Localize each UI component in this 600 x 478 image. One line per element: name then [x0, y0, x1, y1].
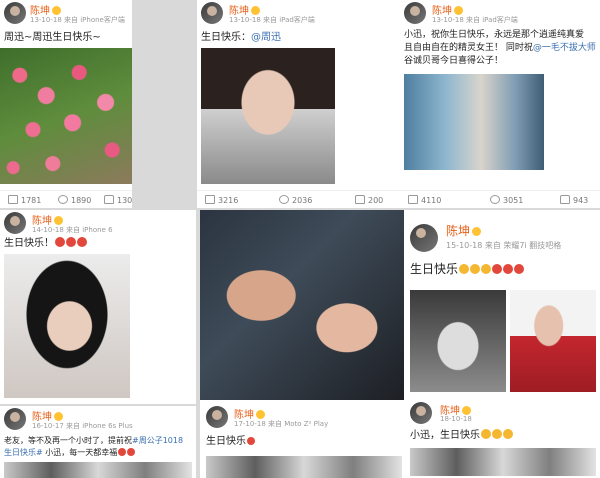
share-icon: [408, 195, 418, 204]
verified-icon: [462, 406, 471, 415]
post-card: 陈坤 14-10-18 来自 iPhone 6 生日快乐！: [0, 210, 196, 404]
post-meta: 17-10-18 来自 Moto Z² Play: [234, 420, 329, 428]
heart-icon: [247, 437, 255, 445]
post-actions: 1781 1890 130: [0, 190, 132, 208]
emoji-icon: [55, 237, 65, 247]
post-image[interactable]: [410, 290, 506, 392]
post-meta: 14-10-18 来自 iPhone 6: [32, 226, 113, 234]
post-meta: 18-10-18: [440, 415, 472, 423]
verified-icon: [251, 6, 260, 15]
like-button[interactable]: 200: [355, 195, 383, 205]
avatar[interactable]: [404, 2, 426, 24]
post-card: 陈坤 17-10-18 来自 Moto Z² Play 生日快乐: [200, 210, 404, 478]
comment-icon: [58, 195, 68, 204]
post-actions: 3216 2036 200: [197, 190, 401, 208]
emoji-icon: [514, 264, 525, 274]
avatar[interactable]: [4, 212, 26, 234]
emoji-icon: [77, 237, 87, 247]
comment-icon: [490, 195, 500, 204]
share-icon: [205, 195, 215, 204]
post-image[interactable]: [510, 290, 596, 392]
hashtag-link[interactable]: #周公子1018: [132, 436, 183, 445]
thumbs-up-icon: [355, 195, 365, 204]
post-text: 周迅~周迅生日快乐~: [4, 32, 101, 43]
emoji-icon: [492, 429, 502, 439]
post-meta: 13-10-18 来自 iPad客户端: [432, 16, 518, 24]
share-icon: [8, 195, 18, 204]
post-image-row[interactable]: [410, 448, 596, 476]
emoji-icon: [118, 448, 127, 456]
emoji-icon: [127, 448, 136, 456]
avatar[interactable]: [206, 406, 228, 428]
post-card: 陈坤 16-10-17 来自 iPhone 6s Plus 老友，等不及再一个小…: [0, 406, 196, 478]
post-meta: 13-10-18 来自 iPhone客户端: [30, 16, 125, 24]
post-meta: 13-10-18 来自 iPad客户端: [229, 16, 315, 24]
thumbs-up-icon: [560, 195, 570, 204]
verified-icon: [54, 412, 63, 421]
mention-link[interactable]: @周迅: [251, 32, 281, 43]
post-image[interactable]: [404, 74, 544, 170]
post-image-row[interactable]: [4, 462, 192, 478]
post-actions: 4110 3051 943: [400, 190, 600, 208]
avatar[interactable]: [410, 402, 432, 424]
verified-icon: [54, 216, 63, 225]
hashtag-link[interactable]: 生日快乐#: [4, 448, 43, 457]
post-image[interactable]: [0, 48, 132, 184]
share-button[interactable]: 1781: [8, 195, 41, 205]
comment-button[interactable]: 2036: [279, 195, 312, 205]
post-meta: 15-10-18 来自 荣耀7i 翻技吧格: [446, 241, 562, 250]
emoji-icon: [481, 429, 491, 439]
comment-icon: [279, 195, 289, 204]
thumbs-up-icon: [104, 195, 114, 204]
avatar[interactable]: [4, 408, 26, 430]
post-text: 生日快乐: [410, 262, 525, 277]
emoji-icon: [503, 429, 513, 439]
post-text-line-3: 谷诚贝哥今日喜得公子！: [404, 56, 504, 66]
post-card: 陈坤 13-10-18 来自 iPhone客户端 周迅~周迅生日快乐~ 1781…: [0, 0, 132, 208]
verified-icon: [52, 6, 61, 15]
post-card: 陈坤 18-10-18 小迅，生日快乐: [404, 398, 600, 478]
post-image[interactable]: [4, 254, 130, 398]
comment-button[interactable]: 1890: [58, 195, 91, 205]
emoji-icon: [459, 264, 470, 274]
avatar[interactable]: [201, 2, 223, 24]
comment-button[interactable]: 3051: [490, 195, 523, 205]
share-button[interactable]: 4110: [408, 195, 441, 205]
post-image[interactable]: [200, 210, 404, 400]
post-image[interactable]: [201, 48, 335, 184]
emoji-icon: [503, 264, 514, 274]
verified-icon: [454, 6, 463, 15]
emoji-icon: [66, 237, 76, 247]
post-meta: 16-10-17 来自 iPhone 6s Plus: [32, 422, 133, 430]
post-text: 生日快乐！: [4, 236, 87, 251]
post-text: 小迅，生日快乐: [410, 428, 513, 443]
post-image-row[interactable]: [206, 456, 402, 478]
mention-link[interactable]: @一毛不拔大师: [533, 43, 596, 53]
like-button[interactable]: 943: [560, 195, 588, 205]
like-button[interactable]: 130: [104, 195, 132, 205]
post-card: 陈坤 13-10-18 来自 iPad客户端 生日快乐：@周迅 3216 203…: [197, 0, 401, 208]
post-text: 生日快乐：@周迅: [201, 32, 281, 43]
verified-icon: [256, 410, 265, 419]
emoji-icon: [492, 264, 503, 274]
post-card: 陈坤 15-10-18 来自 荣耀7i 翻技吧格 生日快乐: [404, 210, 600, 400]
post-text: 生日快乐: [206, 434, 255, 449]
post-card: 陈坤 13-10-18 来自 iPad客户端 小迅，祝你生日快乐，永远是那个逍遥…: [400, 0, 600, 208]
emoji-icon: [470, 264, 481, 274]
emoji-icon: [481, 264, 492, 274]
verified-icon: [472, 227, 482, 236]
username[interactable]: 陈坤: [446, 222, 482, 239]
post-text-line-2: 生日快乐# 小迅，每一天都幸福: [4, 445, 136, 460]
avatar[interactable]: [4, 2, 26, 24]
avatar[interactable]: [410, 224, 438, 252]
share-button[interactable]: 3216: [205, 195, 238, 205]
